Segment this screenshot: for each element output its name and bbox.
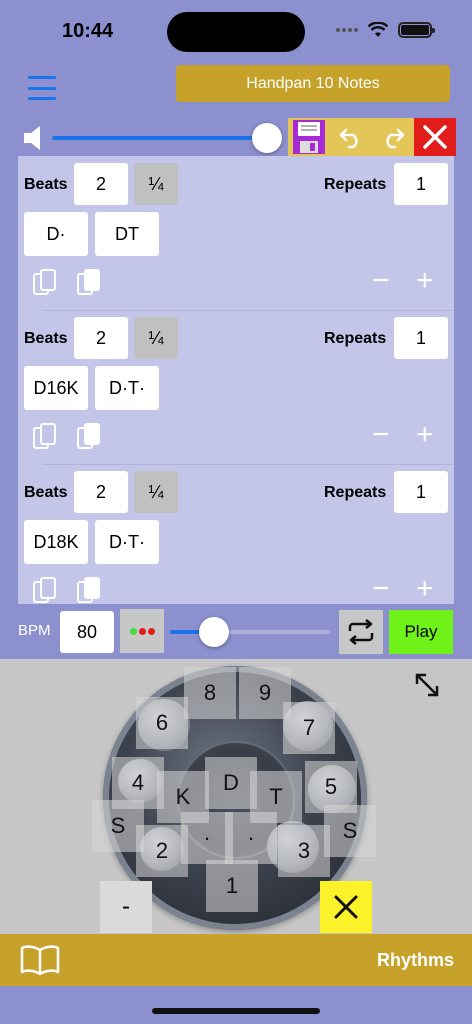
bottom-bar: Rhythms — [0, 934, 472, 986]
metronome-dots-button[interactable] — [120, 609, 164, 653]
remove-button[interactable]: − — [372, 572, 390, 604]
indicator-dot — [129, 627, 137, 635]
beats-value[interactable]: 2 — [74, 471, 128, 513]
note-key-1[interactable]: 1 — [206, 860, 258, 912]
fraction-button[interactable]: ¼ — [134, 163, 178, 205]
repeats-label: Repeats — [324, 330, 387, 347]
remove-button[interactable]: − — [372, 418, 390, 452]
volume-slider-thumb[interactable] — [252, 123, 282, 153]
fraction-button[interactable]: ¼ — [134, 471, 178, 513]
beats-label: Beats — [24, 330, 68, 347]
battery-icon — [398, 22, 435, 38]
speaker-icon[interactable] — [22, 124, 46, 152]
play-button[interactable]: Play — [389, 610, 453, 654]
redo-button[interactable] — [372, 118, 414, 156]
repeats-value[interactable]: 1 — [394, 317, 448, 359]
sequence-block: Beats 2 ¼ Repeats 1 D· DT − + — [18, 156, 454, 310]
note-key-6[interactable]: 6 — [136, 697, 188, 749]
repeats-value[interactable]: 1 — [394, 163, 448, 205]
add-button[interactable]: + — [416, 418, 434, 452]
paste-icon[interactable] — [76, 422, 102, 452]
remove-button[interactable]: − — [372, 264, 390, 298]
add-button[interactable]: + — [416, 572, 434, 604]
sequence-panel: Beats 2 ¼ Repeats 1 D· DT − + Beats 2 ¼ … — [18, 156, 454, 604]
paste-icon[interactable] — [76, 268, 102, 298]
expand-icon[interactable] — [411, 669, 443, 701]
clear-button[interactable] — [320, 881, 372, 933]
tempo-slider-thumb[interactable] — [199, 617, 229, 647]
handpan-area: 8 9 6 7 4 D 5 K T S S 2 · · 3 1 - — [0, 659, 472, 934]
repeats-label: Repeats — [324, 484, 387, 501]
repeats-value[interactable]: 1 — [394, 471, 448, 513]
title-button[interactable]: Handpan 10 Notes — [176, 65, 450, 102]
undo-icon — [339, 128, 358, 149]
close-icon — [334, 895, 358, 919]
sequence-block: Beats 2 ¼ Repeats 1 D18K D·T· − + — [18, 464, 454, 604]
status-time: 10:44 — [62, 20, 114, 42]
pattern-cell[interactable]: D18K — [24, 520, 88, 564]
menu-icon[interactable] — [28, 76, 56, 100]
copy-icon[interactable] — [32, 268, 58, 298]
beats-value[interactable]: 2 — [74, 163, 128, 205]
redo-icon — [386, 128, 405, 149]
indicator-dot — [147, 627, 155, 635]
rhythms-button[interactable]: Rhythms — [377, 950, 454, 971]
cellular-signal-icon — [336, 28, 358, 32]
book-icon[interactable] — [20, 944, 60, 976]
note-key-dot-right[interactable]: · — [225, 812, 277, 864]
add-button[interactable]: + — [416, 264, 434, 298]
close-button[interactable] — [414, 118, 456, 156]
tempo-slider-track[interactable] — [214, 630, 330, 634]
pattern-cell[interactable]: DT — [95, 212, 159, 256]
beats-label: Beats — [24, 176, 68, 193]
camera-notch — [167, 12, 305, 52]
pattern-cell[interactable]: D·T· — [95, 366, 159, 410]
note-key-3[interactable]: 3 — [278, 825, 330, 877]
indicator-dot — [138, 627, 146, 635]
minus-key[interactable]: - — [100, 881, 152, 933]
wifi-icon — [368, 22, 388, 37]
beats-value[interactable]: 2 — [74, 317, 128, 359]
note-key-s-right[interactable]: S — [324, 805, 376, 857]
save-button[interactable] — [288, 118, 330, 156]
sequence-block: Beats 2 ¼ Repeats 1 D16K D·T· − + — [18, 310, 454, 464]
copy-icon[interactable] — [32, 576, 58, 604]
paste-icon[interactable] — [76, 576, 102, 604]
repeat-icon — [348, 619, 374, 645]
bpm-label: BPM — [18, 622, 51, 639]
close-icon — [423, 125, 447, 149]
home-indicator — [152, 1008, 320, 1014]
copy-icon[interactable] — [32, 422, 58, 452]
pattern-cell[interactable]: D16K — [24, 366, 88, 410]
volume-slider-track[interactable] — [52, 136, 266, 140]
note-key-8[interactable]: 8 — [184, 667, 236, 719]
loop-button[interactable] — [339, 610, 383, 654]
beats-label: Beats — [24, 484, 68, 501]
toolbar — [288, 118, 456, 156]
pattern-cell[interactable]: D·T· — [95, 520, 159, 564]
save-icon — [293, 120, 325, 154]
fraction-button[interactable]: ¼ — [134, 317, 178, 359]
note-key-7[interactable]: 7 — [283, 702, 335, 754]
repeats-label: Repeats — [324, 176, 387, 193]
bpm-input[interactable]: 80 — [60, 611, 114, 653]
undo-button[interactable] — [330, 118, 372, 156]
pattern-cell[interactable]: D· — [24, 212, 88, 256]
status-icons — [336, 22, 435, 38]
